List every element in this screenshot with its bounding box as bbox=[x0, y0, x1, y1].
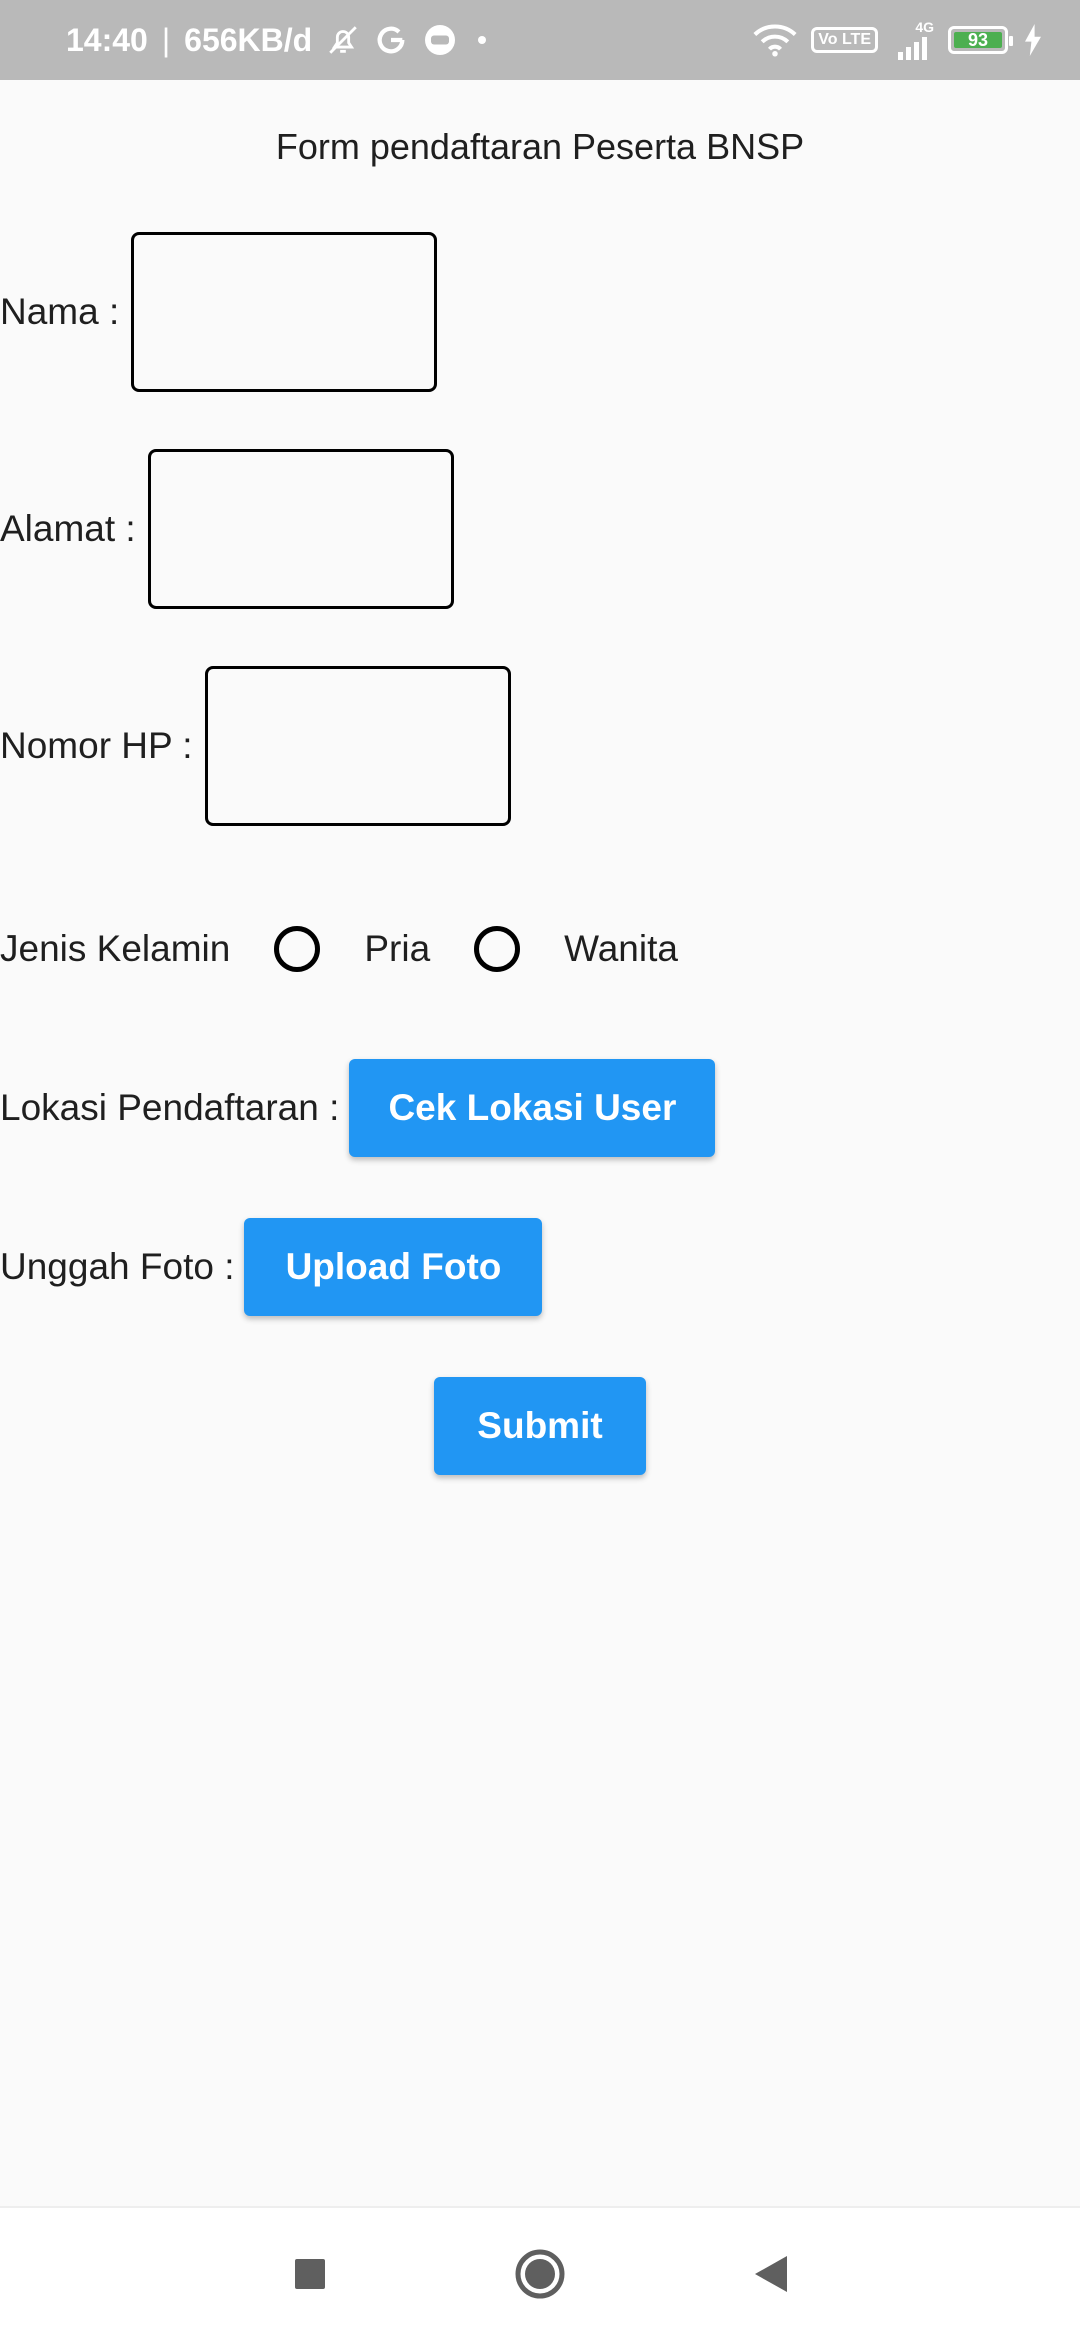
nama-label: Nama : bbox=[0, 291, 120, 332]
status-bar: 14:40 | 656KB/d Vo LTE 4G 93 bbox=[0, 0, 1080, 80]
network-type: 4G bbox=[915, 19, 934, 35]
gender-row: Jenis Kelamin Pria Wanita bbox=[0, 926, 678, 972]
dot-icon bbox=[472, 30, 492, 50]
radio-pria-label[interactable]: Pria bbox=[364, 928, 430, 970]
status-separator: | bbox=[161, 21, 171, 58]
gender-label: Jenis Kelamin bbox=[0, 928, 231, 969]
signal-icon: 4G bbox=[892, 20, 934, 60]
system-nav-bar bbox=[0, 2206, 1080, 2340]
google-icon bbox=[374, 23, 408, 57]
mute-bell-icon bbox=[326, 23, 360, 57]
nomor-hp-label: Nomor HP : bbox=[0, 725, 193, 766]
wifi-icon bbox=[753, 23, 797, 57]
radio-wanita[interactable] bbox=[474, 926, 521, 972]
alamat-label: Alamat : bbox=[0, 508, 136, 549]
battery-icon: 93 bbox=[948, 26, 1013, 54]
nama-row: Nama : bbox=[0, 232, 438, 392]
foto-row: Unggah Foto : Upload Foto bbox=[0, 1218, 543, 1316]
submit-button[interactable]: Submit bbox=[434, 1377, 646, 1475]
foto-label: Unggah Foto : bbox=[0, 1246, 235, 1287]
nama-field[interactable] bbox=[131, 232, 438, 392]
lokasi-label: Lokasi Pendaftaran : bbox=[0, 1087, 340, 1128]
recents-square-icon[interactable] bbox=[270, 2234, 350, 2314]
home-circle-icon[interactable] bbox=[500, 2234, 580, 2314]
nomor-hp-row: Nomor HP : bbox=[0, 666, 511, 826]
nomor-hp-field[interactable] bbox=[204, 666, 511, 826]
radio-pria[interactable] bbox=[274, 926, 321, 972]
radio-wanita-label[interactable]: Wanita bbox=[564, 928, 678, 970]
status-data-rate: 656KB/d bbox=[184, 21, 313, 58]
cek-lokasi-button[interactable]: Cek Lokasi User bbox=[349, 1059, 716, 1157]
battery-level: 93 bbox=[967, 29, 989, 50]
lokasi-row: Lokasi Pendaftaran : Cek Lokasi User bbox=[0, 1059, 716, 1157]
alamat-field[interactable] bbox=[147, 449, 454, 609]
volte-icon: Vo LTE bbox=[811, 27, 878, 53]
page-title: Form pendaftaran Peserta BNSP bbox=[275, 126, 805, 167]
status-right: Vo LTE 4G 93 bbox=[753, 20, 1044, 60]
alamat-row: Alamat : bbox=[0, 449, 454, 609]
charging-bolt-icon bbox=[1022, 24, 1044, 56]
chat-bubble-icon bbox=[422, 22, 458, 58]
upload-foto-button[interactable]: Upload Foto bbox=[244, 1218, 543, 1316]
status-left: 14:40 | 656KB/d bbox=[66, 22, 492, 59]
status-time: 14:40 bbox=[66, 21, 148, 58]
back-triangle-icon[interactable] bbox=[730, 2234, 810, 2314]
